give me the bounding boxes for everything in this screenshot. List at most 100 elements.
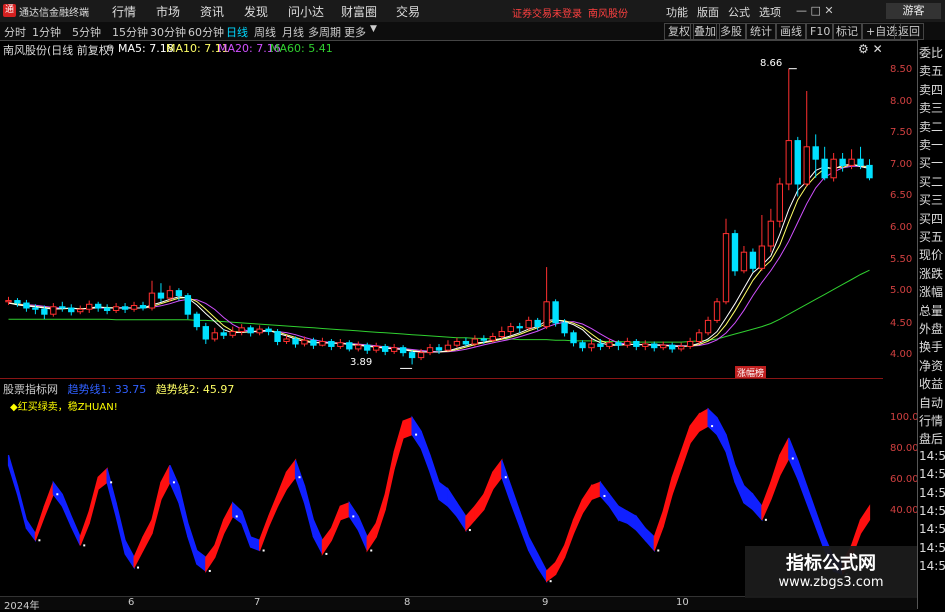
ind-tick-2: 80.00 [890,443,919,454]
turn-marker [657,549,660,552]
side-panel-item[interactable]: 买五 [919,228,945,245]
side-panel-item[interactable]: 卖三 [919,99,945,116]
draw-button[interactable]: 画线 [776,23,806,40]
side-panel-item[interactable]: 14:56 [919,559,945,573]
side-panel-item[interactable]: 收益 [919,375,945,392]
side-panel-item[interactable]: 14:56 [919,504,945,518]
settings-icon[interactable]: ⚙ ✕ [858,42,883,56]
trend-band-segment [420,430,431,473]
trend-band-segment [608,492,620,522]
period-15min[interactable]: 15分钟 [112,24,148,40]
trend-band-segment [635,514,646,542]
stats-button[interactable]: 统计 [746,23,776,40]
period-more[interactable]: 更多 [344,24,366,40]
candle-body [767,220,775,247]
side-panel-item[interactable]: 卖五 [919,62,945,79]
side-panel-item[interactable]: 14:56 [919,522,945,536]
period-weekly[interactable]: 周线 [254,24,276,40]
more-chevron-icon[interactable]: ▼ [370,24,377,34]
side-panel-item[interactable]: 自动 [919,394,945,411]
menu-news[interactable]: 资讯 [200,3,224,20]
multi-stock-button[interactable]: 多股 [716,23,746,40]
period-1min[interactable]: 1分钟 [32,24,61,40]
side-panel-item[interactable]: 卖一 [919,136,945,153]
low-price-label: 3.89 [350,357,373,368]
period-30min[interactable]: 30分钟 [150,24,186,40]
period-monthly[interactable]: 月线 [282,24,304,40]
side-panel-item[interactable]: 换手 [919,338,945,355]
turn-marker [468,529,471,532]
side-panel-item[interactable]: 买一 [919,154,945,171]
menu-layout[interactable]: 版面 [697,4,719,20]
candle-body [570,332,577,344]
menu-wealth[interactable]: 财富圈 [341,3,377,20]
candle-body [112,306,120,311]
side-panel-item[interactable]: 现价 [919,246,945,263]
candle-body [794,140,801,185]
trend-band-segment [250,536,261,552]
price-tick-6: 6.00 [890,222,913,233]
menu-trade[interactable]: 交易 [396,3,420,20]
period-daily[interactable]: 日线 [226,24,248,40]
period-60min[interactable]: 60分钟 [188,24,224,40]
side-panel-item[interactable]: 14:56 [919,541,945,555]
candle-body [731,233,739,272]
price-chart[interactable] [0,55,884,377]
candle-body [202,326,209,340]
side-panel-item[interactable]: 净资 [919,357,945,374]
side-panel-item[interactable]: 涨跌 [919,265,945,282]
side-panel-item[interactable]: 14:56 [919,467,945,481]
candle-body [615,342,622,346]
side-panel-item[interactable]: 买四 [919,210,945,227]
candle-body [68,307,75,313]
side-panel-item[interactable]: 14:56 [919,486,945,500]
back-button[interactable]: 返回 [894,23,924,40]
period-timeshare[interactable]: 分时 [4,24,26,40]
panel-divider[interactable] [0,378,883,379]
candle-body [507,326,514,333]
menu-options[interactable]: 选项 [759,4,781,20]
turn-marker [56,493,59,496]
candle-body [157,292,165,299]
trend-band-segment [770,454,781,500]
candle-body [785,140,792,185]
menu-discover[interactable]: 发现 [244,3,268,20]
side-panel-item[interactable]: 委比 [919,44,945,61]
info-icon[interactable]: ⊕ [106,43,114,54]
menu-ask[interactable]: 问小达 [288,3,324,20]
side-panel-item[interactable]: 14:56 [919,449,945,463]
f10-button[interactable]: F10 [806,23,835,40]
login-notice[interactable]: 证券交易未登录 [512,5,582,20]
period-multi[interactable]: 多周期 [308,24,341,40]
mark-button[interactable]: 标记 [832,23,862,40]
turn-marker [764,518,767,521]
trend-band-segment [483,471,494,510]
side-panel-item[interactable]: 外盘 [919,320,945,337]
candle-body [184,295,192,315]
side-panel-item[interactable]: 卖四 [919,81,945,98]
candle-body [301,339,308,345]
menu-quotes[interactable]: 行情 [112,3,136,20]
trend-band-segment [196,549,207,573]
menu-functions[interactable]: 功能 [666,4,688,20]
menu-market[interactable]: 市场 [156,3,180,20]
side-panel-item[interactable]: 总量 [919,302,945,319]
ma5-line [8,163,870,353]
price-tick-3: 7.50 [890,127,913,138]
side-panel-item[interactable]: 卖二 [919,118,945,135]
side-panel-item[interactable]: 涨幅 [919,283,945,300]
window-controls[interactable]: — □ ✕ [796,4,834,17]
candle-body [59,306,66,309]
side-panel-item[interactable]: 买二 [919,173,945,190]
menu-formula[interactable]: 公式 [728,4,750,20]
turn-marker [711,425,714,428]
guest-button[interactable]: 游客 [886,3,941,19]
side-panel-item[interactable]: 买三 [919,191,945,208]
trend-band-segment [859,504,871,536]
side-panel-item[interactable]: 行情 [919,412,945,429]
candle-body [238,327,245,333]
candle-body [86,303,93,310]
period-5min[interactable]: 5分钟 [72,24,101,40]
side-panel-item[interactable]: 盘后 [919,430,945,447]
turn-marker [603,494,606,497]
